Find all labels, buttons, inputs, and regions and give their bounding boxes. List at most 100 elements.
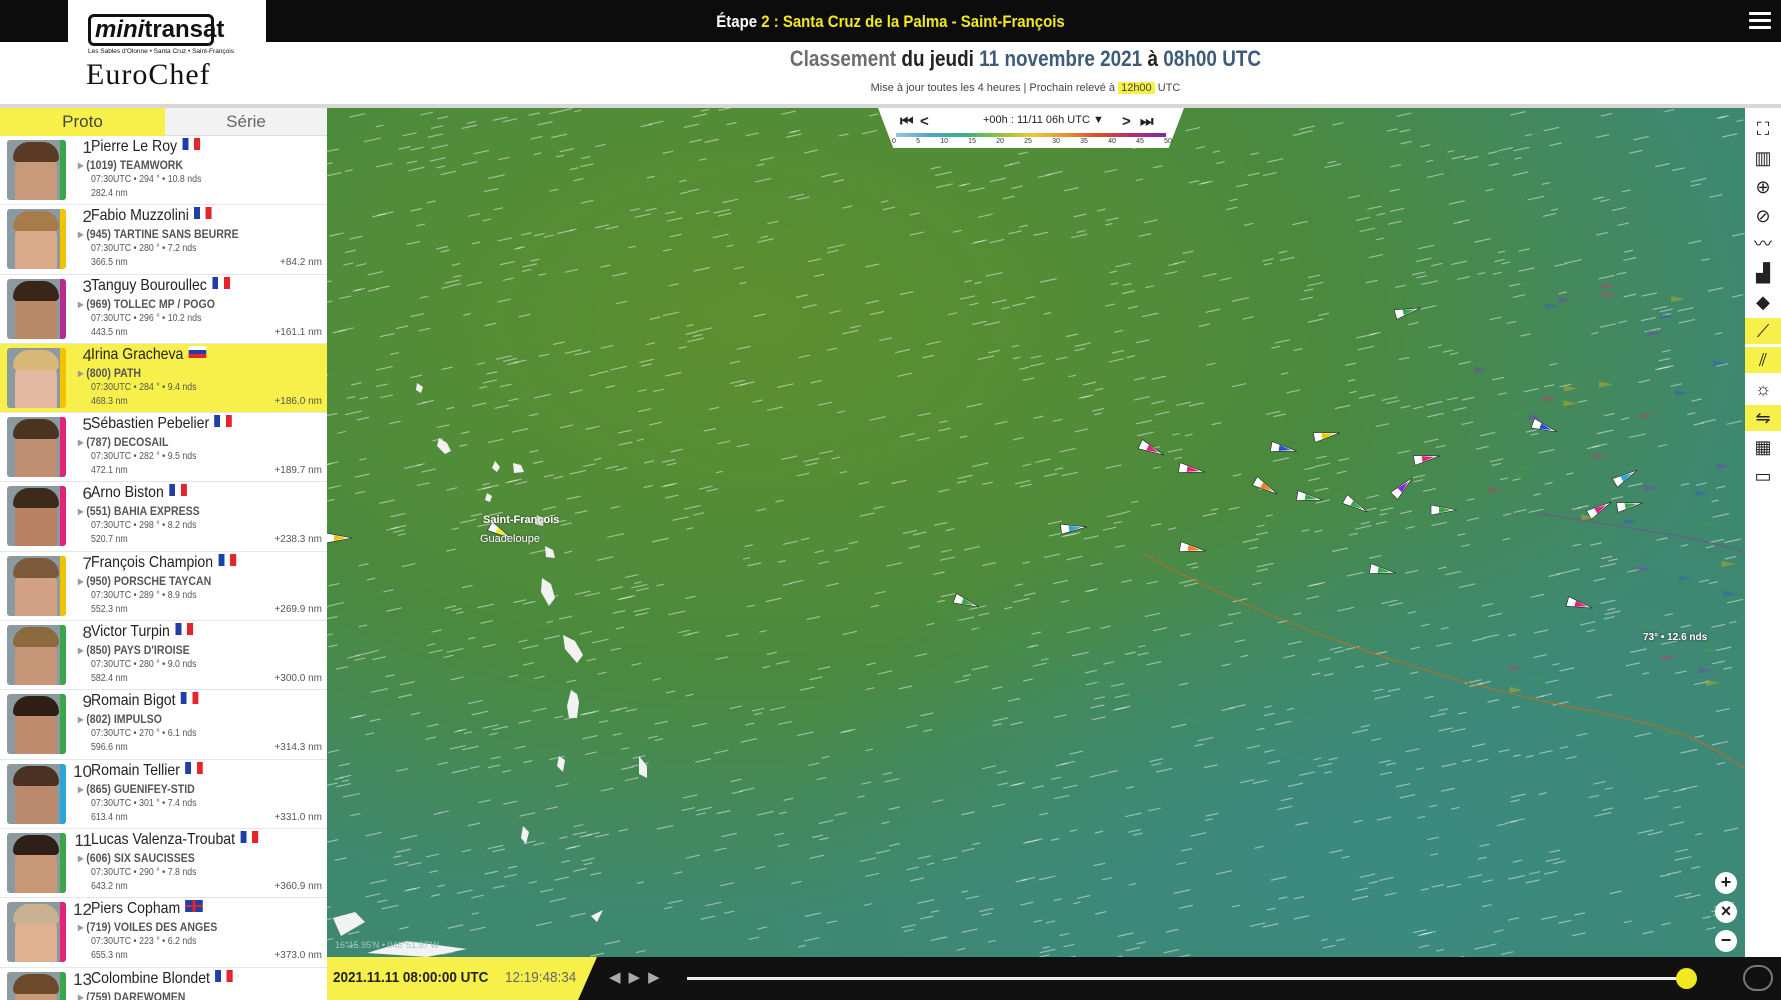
distance-to-leader: +300.0 nm: [274, 673, 322, 685]
track-line-icon[interactable]: ⟋: [1745, 318, 1781, 344]
chevron-down-icon[interactable]: ▼: [1093, 114, 1104, 126]
eurochef-logo: EuroChef: [86, 58, 211, 91]
prev-step-button[interactable]: <: [920, 113, 929, 130]
skipper-avatar: [7, 763, 66, 824]
expand-arrow-icon[interactable]: ▸: [78, 643, 83, 657]
expand-arrow-icon[interactable]: ▸: [78, 297, 83, 311]
boat-name[interactable]: ▸ (1019) TEAMWORK: [78, 158, 183, 172]
ranking-chart-icon[interactable]: ▟: [1750, 260, 1776, 286]
boat-name[interactable]: ▸ (551) BAHIA EXPRESS: [78, 504, 200, 518]
boat-name[interactable]: ▸ (950) PORSCHE TAYCAN: [78, 574, 211, 588]
tab-proto[interactable]: Proto: [0, 108, 165, 136]
distance-to-finish: 596.6 nm: [91, 742, 128, 754]
forward-button[interactable]: ▶: [648, 969, 668, 986]
ranking-row[interactable]: 9 Romain Bigot ▸ (802) IMPULSO 07:30UTC • 2…: [0, 690, 327, 760]
ranking-row[interactable]: 13 Colombine Blondet ▸ (759) DAREWOMEN: [0, 967, 327, 1000]
expand-arrow-icon[interactable]: ▸: [78, 504, 83, 518]
map-book-icon[interactable]: ▥: [1750, 145, 1776, 171]
layers-icon[interactable]: ⇋: [1745, 405, 1781, 431]
zoom-reset-button[interactable]: ×: [1715, 901, 1737, 923]
ranking-row[interactable]: 4 Irina Gracheva ▸ (800) PATH 07:30UTC • 28…: [0, 343, 327, 414]
sun-icon[interactable]: ☼: [1750, 376, 1776, 402]
ranking-row[interactable]: 2 Fabio Muzzolini ▸ (945) TARTINE SANS BEU…: [0, 205, 327, 275]
skipper-name: Lucas Valenza-Troubat: [91, 830, 258, 849]
update-note: Mise à jour toutes les 4 heures | Procha…: [870, 82, 1181, 94]
expand-arrow-icon[interactable]: ▸: [78, 158, 83, 172]
boat-name[interactable]: ▸ (787) DECOSAIL: [78, 435, 168, 449]
flag-icon: [169, 484, 187, 497]
flag-icon: [182, 138, 200, 150]
race-map[interactable]: Saint-François Guadeloupe 73° • 12.6 nds…: [327, 108, 1745, 957]
expand-arrow-icon[interactable]: ▸: [78, 227, 83, 241]
rank-number: 8: [82, 623, 92, 643]
tab-serie[interactable]: Série: [165, 108, 327, 136]
zoom-in-button[interactable]: +: [1715, 872, 1737, 894]
boat-name[interactable]: ▸ (719) VOILES DES ANGES: [78, 920, 217, 934]
ranking-list: 1 Pierre Le Roy ▸ (1019) TEAMWORK 07:30UTC …: [0, 136, 327, 1000]
boat-name[interactable]: ▸ (759) DAREWOMEN: [78, 990, 185, 1000]
play-button[interactable]: ▶: [629, 969, 649, 986]
ranking-row[interactable]: 3 Tanguy Bouroullec ▸ (969) TOLLEC MP / PO…: [0, 274, 327, 344]
expand-arrow-icon[interactable]: ▸: [78, 366, 83, 380]
expand-arrow-icon[interactable]: ▸: [78, 920, 83, 934]
wind-scale-tick: 0: [892, 138, 896, 145]
logo-subtitle: Les Sables d'Olonne • Santa Cruz • Saint…: [88, 48, 234, 55]
ranking-row[interactable]: 1 Pierre Le Roy ▸ (1019) TEAMWORK 07:30UTC …: [0, 136, 327, 206]
ranking-row[interactable]: 11 Lucas Valenza-Troubat ▸ (606) SIX SAUCI…: [0, 828, 327, 899]
forecast-time-label[interactable]: +00h : 11/11 06h UTC ▼: [983, 114, 1104, 126]
cursor-coordinates: 16°15.95'N • 046°51.97'W: [335, 940, 439, 950]
boat-name[interactable]: ▸ (606) SIX SAUCISSES: [78, 851, 195, 865]
expand-arrow-icon[interactable]: ▸: [78, 782, 83, 796]
timeline-track[interactable]: [687, 977, 1687, 980]
next-step-button[interactable]: >: [1122, 113, 1131, 130]
ranking-row[interactable]: 7 François Champion ▸ (950) PORSCHE TAYCAN…: [0, 551, 327, 622]
zoom-search-icon[interactable]: ⊘: [1750, 203, 1776, 229]
ruler-icon[interactable]: ▭: [1750, 463, 1776, 489]
grid-icon[interactable]: ▦: [1750, 434, 1776, 460]
boat-name[interactable]: ▸ (945) TARTINE SANS BEURRE: [78, 227, 239, 241]
expand-arrow-icon[interactable]: ▸: [78, 712, 83, 726]
tag-icon[interactable]: ◆: [1750, 289, 1776, 315]
ranking-row[interactable]: 12 Piers Copham ▸ (719) VOILES DES ANGES 07…: [0, 898, 327, 968]
wind-scale-tick: 40: [1108, 138, 1116, 145]
distance-to-leader: +373.0 nm: [274, 950, 322, 962]
menu-icon[interactable]: [1749, 12, 1771, 30]
boat-name[interactable]: ▸ (800) PATH: [78, 366, 141, 380]
ranking-row[interactable]: 8 Victor Turpin ▸ (850) PAYS D'IROISE 07:30…: [0, 621, 327, 691]
last-step-button[interactable]: ⏭: [1140, 113, 1154, 130]
timeline-handle[interactable]: [1676, 968, 1697, 989]
ranking-row[interactable]: 6 Arno Biston ▸ (551) BAHIA EXPRESS 07:30UT…: [0, 482, 327, 552]
flag-icon: [194, 207, 212, 220]
distance-to-finish: 282.4 nm: [91, 188, 128, 199]
wind-barbs-icon[interactable]: ⫽: [1745, 347, 1781, 373]
boat-name[interactable]: ▸ (865) GUENIFEY-STID: [78, 782, 195, 796]
zoom-out-button[interactable]: −: [1715, 930, 1737, 952]
flag-icon: [175, 623, 193, 636]
boat-name[interactable]: ▸ (850) PAYS D'IROISE: [78, 643, 190, 657]
expand-arrow-icon[interactable]: ▸: [78, 851, 83, 865]
wind-icon[interactable]: 〰: [1750, 231, 1776, 257]
boat-name[interactable]: ▸ (969) TOLLEC MP / POGO: [78, 297, 215, 311]
boat-name[interactable]: ▸ (802) IMPULSO: [78, 712, 162, 726]
ranking-row[interactable]: 10 Romain Tellier ▸ (865) GUENIFEY-STID 07:…: [0, 759, 327, 829]
rewind-button[interactable]: ◀: [609, 969, 629, 986]
skipper-avatar: [7, 832, 66, 893]
distance-to-leader: +84.2 nm: [280, 257, 322, 269]
wind-scale-tick: 25: [1024, 138, 1032, 145]
first-step-button[interactable]: ⏮: [900, 113, 914, 130]
skipper-name: Arno Biston: [91, 484, 187, 502]
flag-icon: [188, 345, 207, 358]
boat-stats: 07:30UTC • 223 ° • 6.2 nds: [91, 936, 197, 948]
expand-arrow-icon[interactable]: ▸: [78, 435, 83, 449]
elapsed-clock: 12:19:48:34: [505, 969, 577, 986]
expand-arrow-icon[interactable]: ▸: [78, 574, 83, 588]
target-icon[interactable]: ⊕: [1750, 174, 1776, 200]
fullscreen-icon[interactable]: ⛶: [1750, 116, 1776, 142]
stage-title: Étape 2 : Santa Cruz de la Palma - Saint…: [716, 12, 1065, 31]
ranking-row[interactable]: 5 Sébastien Pebelier ▸ (787) DECOSAIL 07:30…: [0, 413, 327, 483]
distance-to-finish: 655.3 nm: [91, 950, 128, 962]
wind-scale-tick: 5: [916, 138, 920, 145]
expand-arrow-icon[interactable]: ▸: [78, 990, 83, 1000]
logo[interactable]: minitransat Les Sables d'Olonne • Santa …: [68, 0, 266, 104]
boat-stats: 07:30UTC • 294 ° • 10.8 nds: [91, 174, 202, 185]
